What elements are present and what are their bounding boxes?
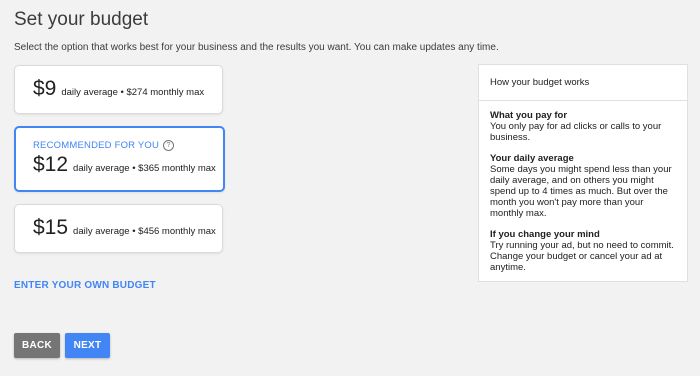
budget-option-9[interactable]: $9 daily average • $274 monthly max bbox=[14, 65, 223, 114]
back-button[interactable]: BACK bbox=[14, 333, 60, 358]
budget-option-line: $15 daily average • $456 monthly max bbox=[33, 216, 216, 240]
info-section-daily-average: Your daily average Some days you might s… bbox=[490, 153, 676, 219]
info-section-change-mind: If you change your mind Try running your… bbox=[490, 229, 676, 273]
budget-option-15[interactable]: $15 daily average • $456 monthly max bbox=[14, 204, 223, 253]
help-icon[interactable]: ? bbox=[163, 140, 175, 151]
info-panel-body: What you pay for You only pay for ad cli… bbox=[479, 101, 687, 273]
page-title: Set your budget bbox=[14, 9, 149, 30]
info-section-pay: What you pay for You only pay for ad cli… bbox=[490, 110, 676, 143]
info-panel-title: How your budget works bbox=[479, 65, 687, 101]
budget-detail: daily average • $274 monthly max bbox=[61, 87, 205, 98]
info-section-text: You only pay for ad clicks or calls to y… bbox=[490, 121, 662, 143]
info-section-heading: What you pay for bbox=[490, 110, 568, 121]
recommended-text: RECOMMENDED FOR YOU bbox=[33, 140, 160, 151]
info-section-heading: Your daily average bbox=[490, 153, 574, 164]
page-subtitle: Select the option that works best for yo… bbox=[14, 42, 499, 53]
recommended-label: RECOMMENDED FOR YOU ? bbox=[33, 140, 175, 151]
budget-option-line: $9 daily average • $274 monthly max bbox=[33, 77, 204, 101]
budget-detail: daily average • $456 monthly max bbox=[73, 226, 216, 237]
info-section-text: Some days you might spend less than your… bbox=[490, 164, 672, 219]
enter-own-budget-link[interactable]: ENTER YOUR OWN BUDGET bbox=[14, 280, 156, 291]
budget-price: $12 bbox=[33, 153, 69, 176]
budget-price: $15 bbox=[33, 216, 69, 239]
budget-detail: daily average • $365 monthly max bbox=[73, 163, 216, 174]
budget-option-12-recommended[interactable]: RECOMMENDED FOR YOU ? $12 daily average … bbox=[14, 126, 225, 192]
info-section-heading: If you change your mind bbox=[490, 229, 600, 240]
budget-option-line: $12 daily average • $365 monthly max bbox=[33, 153, 216, 177]
budget-info-panel: How your budget works What you pay for Y… bbox=[478, 64, 688, 282]
next-button[interactable]: NEXT bbox=[65, 333, 110, 358]
info-section-text: Try running your ad, but no need to comm… bbox=[490, 240, 674, 273]
budget-price: $9 bbox=[33, 77, 57, 100]
